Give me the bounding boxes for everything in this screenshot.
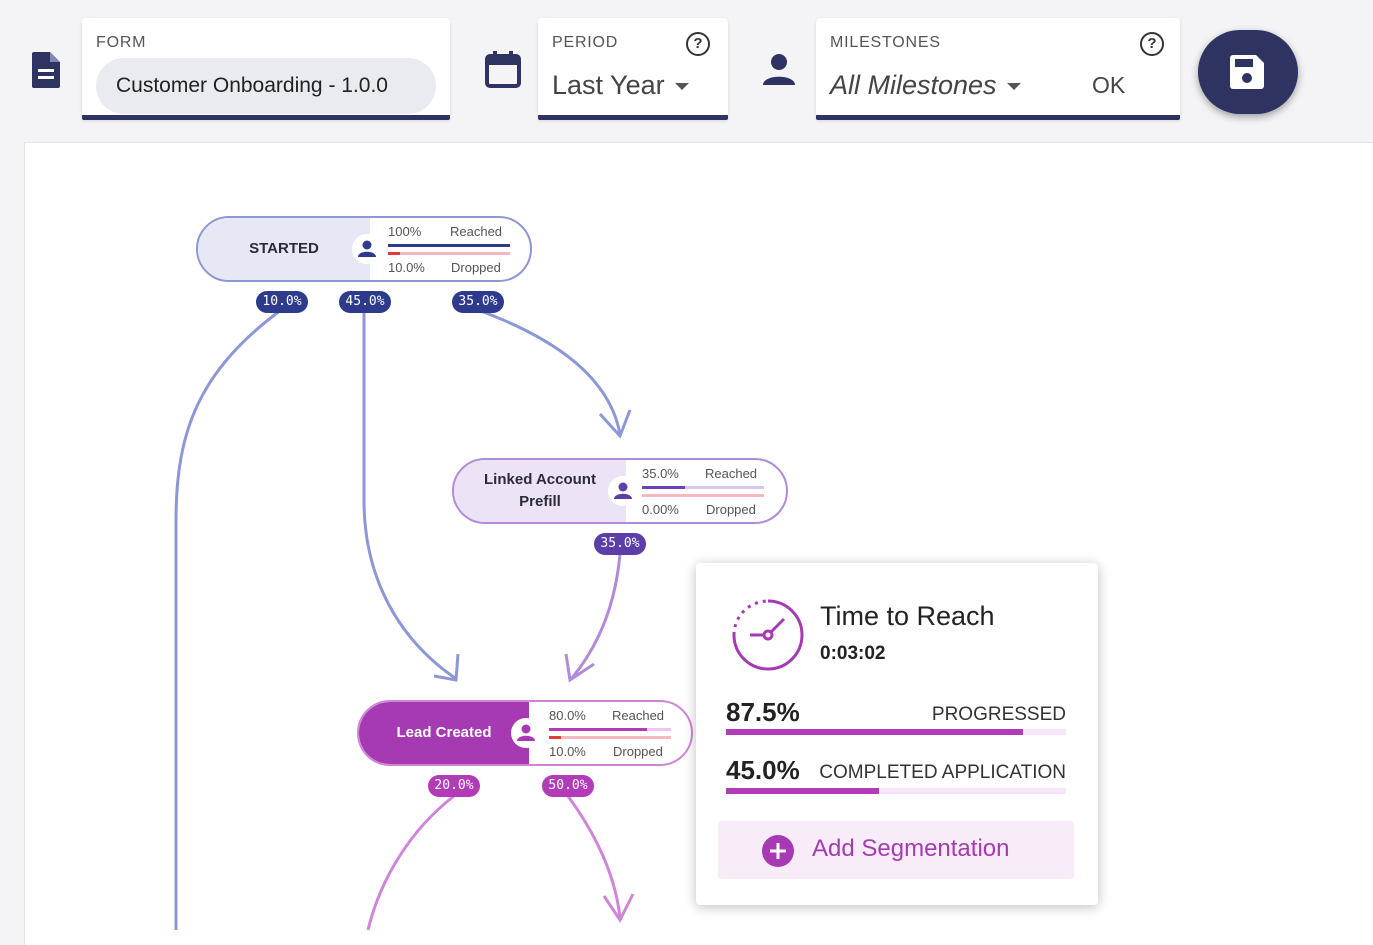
node-started-reached-bar [388, 244, 510, 247]
node-linked-reached-label: Reached [705, 466, 758, 481]
node-linked-dropped-label: Dropped [706, 502, 756, 517]
progressed-label: PROGRESSED [931, 704, 1066, 725]
node-lead-reached-pct: 80.0% [549, 708, 586, 723]
node-started-name-box: STARTED [198, 218, 370, 280]
edge-lead-50 [566, 795, 622, 919]
node-linked-name-box: Linked Account Prefill [454, 460, 626, 522]
edge-pill-linked-35[interactable]: 35.0% [594, 533, 646, 555]
node-linked-dropped-pct: 0.00% [642, 502, 679, 517]
person-icon [608, 476, 638, 506]
node-lead-dropped-bar [549, 736, 561, 739]
progressed-bar [726, 729, 1023, 735]
node-linked-dropped-track [642, 494, 764, 497]
node-started-name: STARTED [249, 240, 319, 257]
node-lead-created[interactable]: Lead Created 80.0% Reached 10.0% Dropped [357, 700, 693, 766]
node-started-dropped-label: Dropped [451, 260, 501, 275]
edge-pill-lead-50[interactable]: 50.0% [542, 775, 594, 797]
node-linked-name-line1: Linked Account [484, 471, 596, 488]
node-started-dropped-track [388, 252, 510, 255]
add-segmentation-button[interactable]: Add Segmentation [718, 821, 1074, 879]
node-started-reached-pct: 100% [388, 224, 422, 239]
node-linked-name-line2: Prefill [519, 493, 561, 510]
node-lead-dropped-label: Dropped [613, 744, 663, 759]
node-started[interactable]: STARTED 100% Reached 10.0% Dropped [196, 216, 532, 282]
node-lead-reached-label: Reached [612, 708, 665, 723]
add-segmentation-label: Add Segmentation [812, 835, 1010, 862]
milestone-details-popup: Time to Reach 0:03:02 87.5% PROGRESSED 4… [696, 563, 1098, 905]
node-linked-reached-bar [642, 486, 685, 489]
node-linked-account-prefill[interactable]: Linked Account Prefill 35.0% Reached 0.0… [452, 458, 788, 524]
edge-pill-started-35[interactable]: 35.0% [452, 291, 504, 313]
node-lead-dropped-track [549, 736, 671, 739]
edge-started-dropoff [174, 308, 282, 930]
edge-linked-to-lead [570, 553, 622, 679]
person-icon [352, 234, 382, 264]
plus-circle-icon [762, 835, 794, 867]
popup-title: Time to Reach [820, 601, 995, 631]
node-lead-name-box: Lead Created [359, 702, 529, 764]
popup-time: 0:03:02 [820, 643, 886, 664]
edge-pill-lead-20[interactable]: 20.0% [428, 775, 480, 797]
edge-lead-20 [366, 794, 455, 931]
node-lead-reached-bar [549, 728, 647, 731]
completed-label: COMPLETED APPLICATION [819, 762, 1066, 783]
person-icon [511, 718, 541, 748]
stopwatch-icon [732, 599, 804, 671]
node-linked-reached-pct: 35.0% [642, 466, 679, 481]
edge-pill-started-45[interactable]: 45.0% [339, 291, 391, 313]
edge-started-to-linked [477, 308, 622, 435]
node-started-dropped-pct: 10.0% [388, 260, 425, 275]
completed-pct: 45.0% [726, 755, 800, 785]
edge-pill-started-10[interactable]: 10.0% [256, 291, 308, 313]
node-lead-dropped-pct: 10.0% [549, 744, 586, 759]
node-lead-name: Lead Created [396, 724, 492, 741]
node-started-dropped-bar [388, 252, 400, 255]
node-started-reached-label: Reached [450, 224, 503, 239]
progressed-pct: 87.5% [726, 697, 800, 727]
completed-bar [726, 788, 879, 794]
edge-started-to-lead [362, 312, 456, 680]
